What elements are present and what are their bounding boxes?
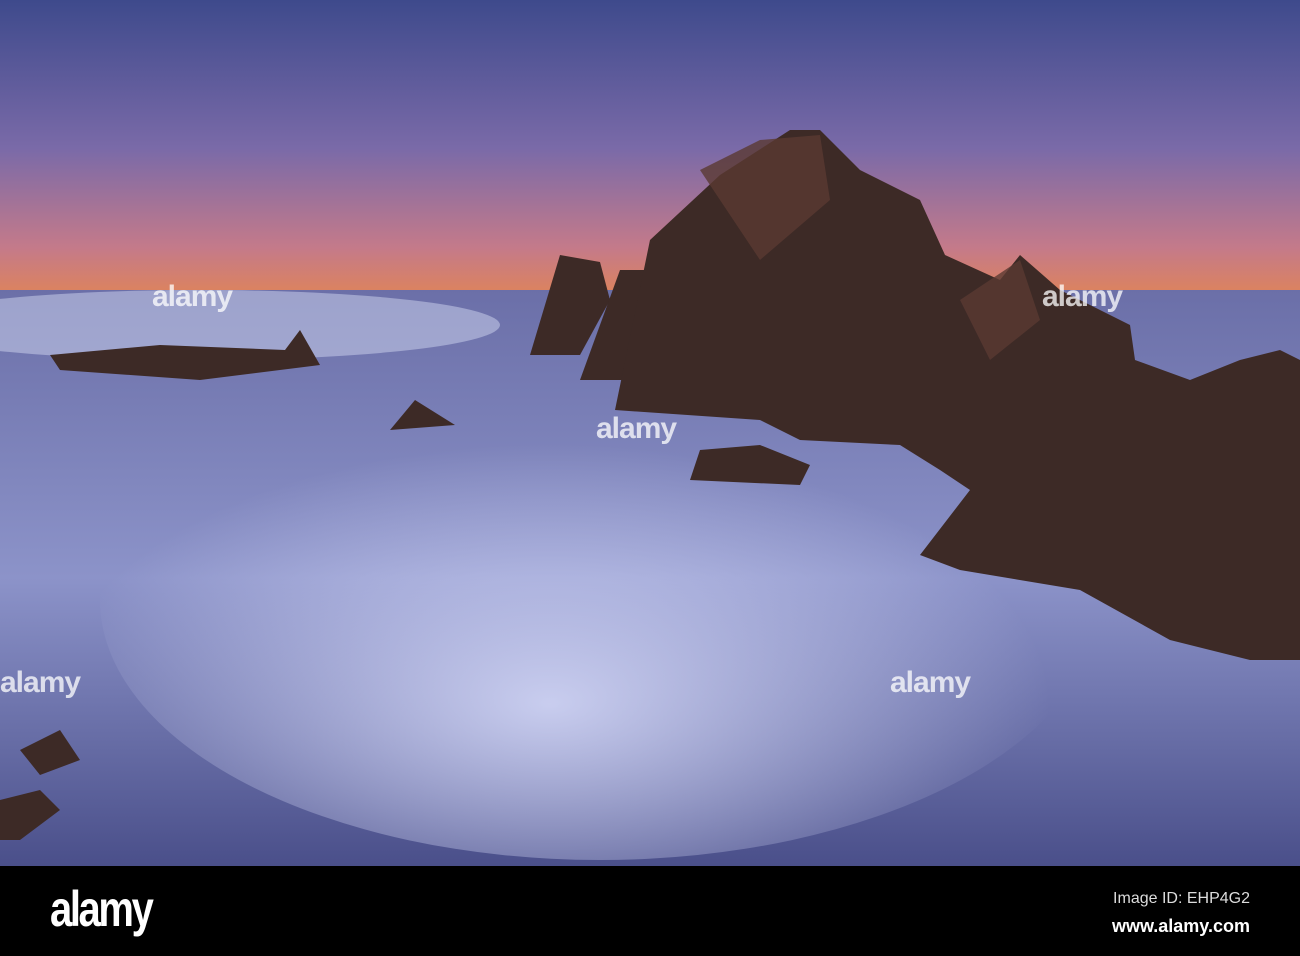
watermark: alamy <box>1042 280 1123 313</box>
stock-photo: alamy alamy alamy alamy alamy alamy Imag… <box>0 0 1300 956</box>
watermark: alamy <box>152 280 233 313</box>
footer-bar: alamy Image ID: EHP4G2 www.alamy.com <box>0 866 1300 956</box>
watermark: alamy <box>890 666 971 699</box>
alamy-logo: alamy <box>50 881 154 937</box>
watermark: alamy <box>0 666 81 699</box>
website-link[interactable]: www.alamy.com <box>1112 916 1250 937</box>
image-id: Image ID: EHP4G2 <box>1113 890 1250 907</box>
watermark: alamy <box>596 412 677 445</box>
